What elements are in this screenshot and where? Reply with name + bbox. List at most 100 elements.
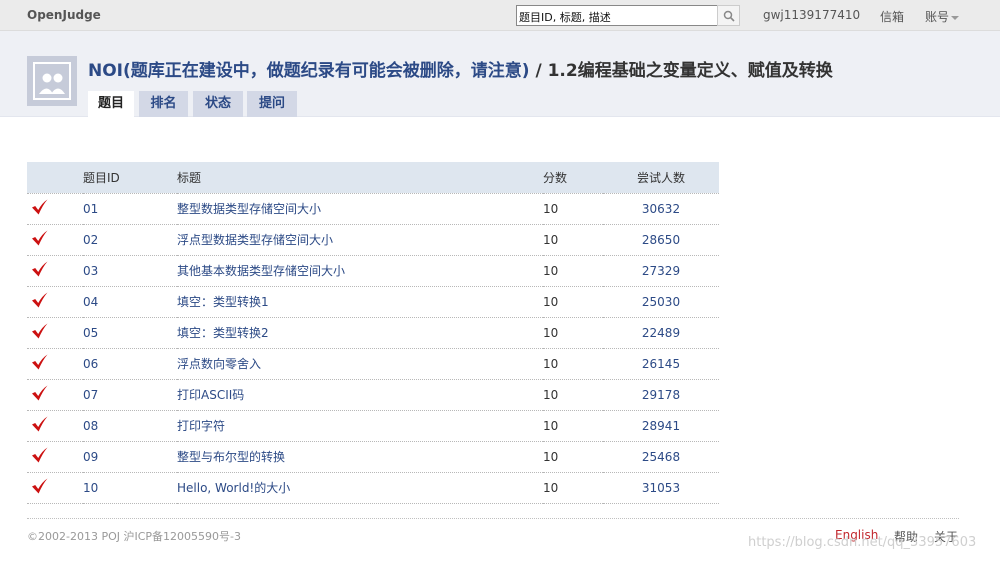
table-row: 02 浮点型数据类型存储空间大小 10 28650 — [27, 223, 719, 255]
problem-table: 题目ID 标题 分数 尝试人数 01 整型数据类型存储空间大小 10 30632 02 浮… — [27, 162, 719, 504]
user-link[interactable]: gwj1139177410 — [763, 8, 860, 22]
tab-ranking[interactable]: 排名 — [139, 91, 188, 117]
problem-tries-link[interactable]: 27329 — [603, 254, 719, 286]
problem-score: 10 — [543, 254, 603, 286]
row-status-cell — [27, 347, 83, 379]
column-header-status — [27, 162, 83, 193]
problem-tries-link[interactable]: 25468 — [603, 440, 719, 472]
account-menu[interactable]: 账号 — [925, 8, 960, 25]
search-input[interactable]: 题目ID, 标题, 描述 — [516, 5, 718, 26]
problem-title-link[interactable]: 整型与布尔型的转换 — [177, 440, 543, 472]
column-header-title: 标题 — [177, 162, 543, 193]
group-header: NOI(题库正在建设中，做题纪录有可能会被删除，请注意) / 1.2编程基础之变… — [0, 31, 1000, 117]
table-row: 08 打印字符 10 28941 — [27, 409, 719, 441]
problem-id-link[interactable]: 04 — [83, 285, 177, 317]
problem-title-link[interactable]: 填空：类型转换1 — [177, 285, 543, 317]
chevron-down-icon — [951, 15, 960, 20]
problem-score: 10 — [543, 409, 603, 441]
problem-tries-link[interactable]: 30632 — [603, 192, 719, 224]
problem-title-link[interactable]: 浮点数向零舍入 — [177, 347, 543, 379]
problem-id-link[interactable]: 09 — [83, 440, 177, 472]
problem-title-link[interactable]: 浮点型数据类型存储空间大小 — [177, 223, 543, 255]
section-name: 1.2编程基础之变量定义、赋值及转换 — [547, 61, 833, 81]
row-status-cell — [27, 223, 83, 255]
check-mark-icon — [31, 292, 49, 312]
column-header-tries: 尝试人数 — [603, 162, 719, 193]
row-status-cell — [27, 192, 83, 224]
problem-id-link[interactable]: 02 — [83, 223, 177, 255]
row-status-cell — [27, 409, 83, 441]
group-avatar-icon — [27, 56, 77, 106]
row-status-cell — [27, 378, 83, 410]
problem-score: 10 — [543, 347, 603, 379]
search-icon — [723, 10, 735, 22]
problem-title-link[interactable]: 填空：类型转换2 — [177, 316, 543, 348]
check-mark-icon — [31, 199, 49, 219]
problem-score: 10 — [543, 223, 603, 255]
problem-score: 10 — [543, 378, 603, 410]
problem-score: 10 — [543, 316, 603, 348]
problem-score: 10 — [543, 440, 603, 472]
table-row: 07 打印ASCII码 10 29178 — [27, 378, 719, 410]
tab-questions[interactable]: 提问 — [247, 91, 297, 117]
account-label: 账号 — [925, 10, 950, 24]
check-mark-icon — [31, 230, 49, 250]
problem-title-link[interactable]: Hello, World!的大小 — [177, 471, 543, 504]
problem-tries-link[interactable]: 28650 — [603, 223, 719, 255]
check-mark-icon — [31, 416, 49, 436]
problem-id-link[interactable]: 01 — [83, 192, 177, 224]
check-mark-icon — [31, 385, 49, 405]
top-bar: OpenJudge 题目ID, 标题, 描述 gwj1139177410 信箱 … — [0, 0, 1000, 31]
table-row: 09 整型与布尔型的转换 10 25468 — [27, 440, 719, 472]
check-mark-icon — [31, 478, 49, 498]
row-status-cell — [27, 471, 83, 504]
problem-id-link[interactable]: 05 — [83, 316, 177, 348]
problem-tries-link[interactable]: 31053 — [603, 471, 719, 504]
copyright-text: ©2002-2013 POJ 沪ICP备12005590号-3 — [27, 530, 242, 543]
column-header-id: 题目ID — [83, 162, 177, 193]
problem-tries-link[interactable]: 22489 — [603, 316, 719, 348]
watermark-text: https://blog.csdn.net/qq_33957603 — [748, 535, 977, 550]
footer-divider — [27, 518, 959, 519]
problem-tries-link[interactable]: 26145 — [603, 347, 719, 379]
problem-tries-link[interactable]: 29178 — [603, 378, 719, 410]
table-row: 04 填空：类型转换1 10 25030 — [27, 285, 719, 317]
problem-title-link[interactable]: 整型数据类型存储空间大小 — [177, 192, 543, 224]
mail-link[interactable]: 信箱 — [880, 8, 904, 25]
problem-tries-link[interactable]: 28941 — [603, 409, 719, 441]
problem-title-link[interactable]: 其他基本数据类型存储空间大小 — [177, 254, 543, 286]
check-mark-icon — [31, 447, 49, 467]
problem-id-link[interactable]: 06 — [83, 347, 177, 379]
table-row: 01 整型数据类型存储空间大小 10 30632 — [27, 192, 719, 224]
tab-status[interactable]: 状态 — [193, 91, 243, 117]
page-title: NOI(题库正在建设中，做题纪录有可能会被删除，请注意) / 1.2编程基础之变… — [88, 56, 833, 81]
search-button[interactable] — [717, 5, 740, 26]
check-mark-icon — [31, 323, 49, 343]
row-status-cell — [27, 440, 83, 472]
problem-score: 10 — [543, 285, 603, 317]
row-status-cell — [27, 285, 83, 317]
problem-id-link[interactable]: 07 — [83, 378, 177, 410]
problem-title-link[interactable]: 打印ASCII码 — [177, 378, 543, 410]
problem-tries-link[interactable]: 25030 — [603, 285, 719, 317]
title-separator: / — [529, 61, 548, 81]
problem-score: 10 — [543, 192, 603, 224]
table-row: 06 浮点数向零舍入 10 26145 — [27, 347, 719, 379]
problem-score: 10 — [543, 471, 603, 504]
table-header-row: 题目ID 标题 分数 尝试人数 — [27, 162, 719, 193]
check-mark-icon — [31, 261, 49, 281]
tab-problems[interactable]: 题目 — [88, 91, 134, 117]
table-row: 05 填空：类型转换2 10 22489 — [27, 316, 719, 348]
problem-title-link[interactable]: 打印字符 — [177, 409, 543, 441]
problem-id-link[interactable]: 03 — [83, 254, 177, 286]
check-mark-icon — [31, 354, 49, 374]
table-row: 10 Hello, World!的大小 10 31053 — [27, 471, 719, 504]
brand-logo-link[interactable]: OpenJudge — [27, 8, 101, 22]
column-header-score: 分数 — [543, 162, 603, 193]
row-status-cell — [27, 254, 83, 286]
problem-id-link[interactable]: 08 — [83, 409, 177, 441]
problem-id-link[interactable]: 10 — [83, 471, 177, 504]
row-status-cell — [27, 316, 83, 348]
group-name-link[interactable]: NOI(题库正在建设中，做题纪录有可能会被删除，请注意) — [88, 61, 530, 81]
table-row: 03 其他基本数据类型存储空间大小 10 27329 — [27, 254, 719, 286]
